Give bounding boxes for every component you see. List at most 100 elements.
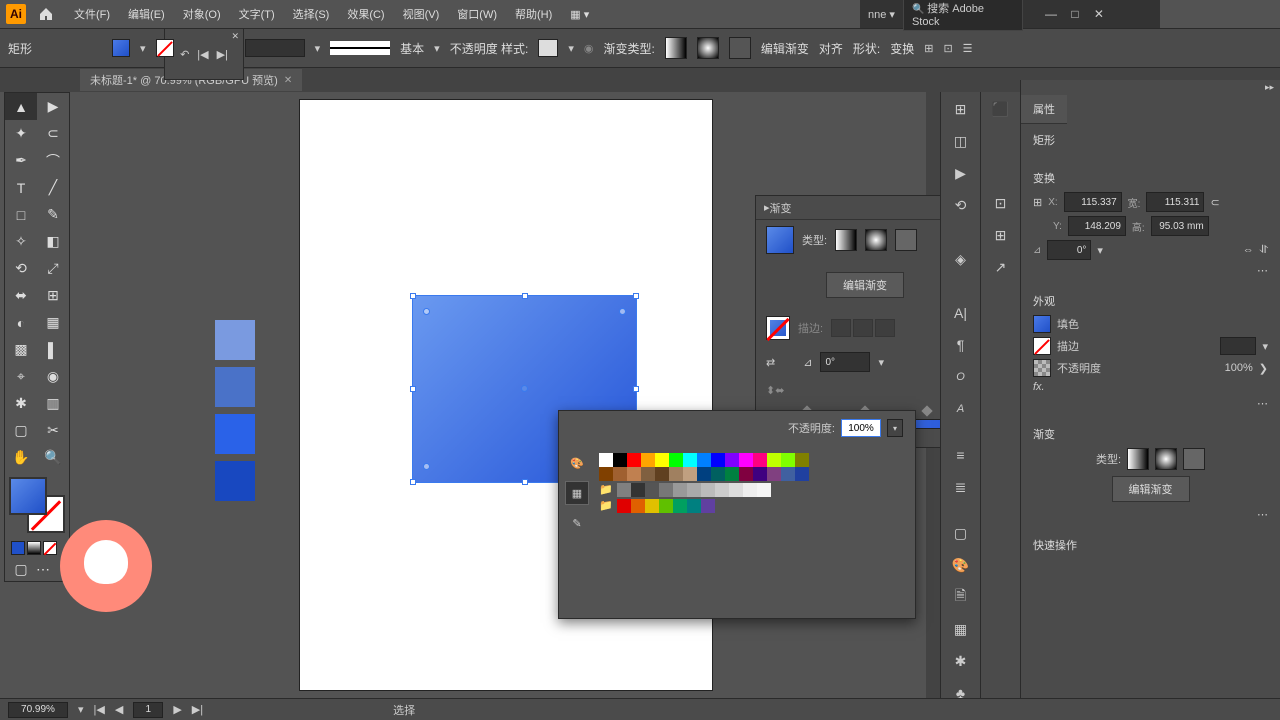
dd-icon[interactable]: ▾ bbox=[878, 356, 884, 369]
swatch-cell[interactable] bbox=[711, 467, 725, 481]
paragraph-icon[interactable]: ¶ bbox=[943, 330, 979, 360]
close-button[interactable]: ✕ bbox=[1089, 6, 1109, 22]
swatch-cell[interactable] bbox=[669, 467, 683, 481]
edit-gradient-button[interactable]: 编辑渐变 bbox=[1112, 476, 1190, 502]
menu-file[interactable]: 文件(F) bbox=[66, 2, 118, 26]
recolor-icon[interactable]: ◉ bbox=[584, 42, 594, 55]
lasso-tool[interactable]: ⊂ bbox=[37, 120, 69, 147]
style-swatch[interactable] bbox=[538, 39, 558, 57]
swatch-cell[interactable] bbox=[687, 483, 701, 497]
y-input[interactable] bbox=[1068, 216, 1126, 236]
rotate-input[interactable] bbox=[1047, 240, 1091, 260]
swatch-cell[interactable] bbox=[697, 467, 711, 481]
none-mode[interactable] bbox=[43, 541, 57, 555]
swatch-cell[interactable] bbox=[739, 467, 753, 481]
swatch-cell[interactable] bbox=[659, 499, 673, 513]
swatch-cell[interactable] bbox=[655, 453, 669, 467]
close-icon[interactable]: ✕ bbox=[231, 31, 239, 42]
maximize-button[interactable]: □ bbox=[1065, 6, 1085, 22]
gradient-mode[interactable] bbox=[27, 541, 41, 555]
menu-select[interactable]: 选择(S) bbox=[285, 2, 338, 26]
swatch-cell[interactable] bbox=[767, 467, 781, 481]
linear-grad[interactable] bbox=[665, 37, 687, 59]
swatch-cell[interactable] bbox=[645, 483, 659, 497]
swatch-cell[interactable] bbox=[743, 483, 757, 497]
radial-grad[interactable] bbox=[697, 37, 719, 59]
symbols-dock-icon[interactable]: ✱ bbox=[943, 646, 979, 676]
links-icon[interactable]: ⟲ bbox=[943, 190, 979, 220]
stroke-swatch[interactable] bbox=[1033, 337, 1051, 355]
more-options-icon[interactable]: ⋯ bbox=[1257, 398, 1268, 410]
opacity-dropdown[interactable]: ▾ bbox=[887, 419, 903, 437]
palette-icon[interactable]: 🎨 bbox=[565, 451, 589, 475]
swatch-cell[interactable] bbox=[711, 453, 725, 467]
angle-input[interactable] bbox=[820, 352, 870, 372]
swatch-cell[interactable] bbox=[781, 453, 795, 467]
asset-icon[interactable]: ⊡ bbox=[983, 188, 1019, 218]
swatch-cell[interactable] bbox=[641, 453, 655, 467]
dd-icon[interactable]: ▾ bbox=[1262, 340, 1268, 353]
swatch-cell[interactable] bbox=[701, 483, 715, 497]
graph-tool[interactable]: ▥ bbox=[37, 390, 69, 417]
lines-icon[interactable]: ≡ bbox=[943, 440, 979, 470]
shape-builder[interactable]: ◐ bbox=[5, 309, 37, 336]
swatch-cell[interactable] bbox=[627, 453, 641, 467]
next-artboard-icon[interactable]: ▶ bbox=[173, 703, 181, 716]
ref-point-icon[interactable]: ⊞ bbox=[1033, 196, 1042, 209]
swatch-cell[interactable] bbox=[697, 453, 711, 467]
swatch-cell[interactable] bbox=[631, 499, 645, 513]
x-input[interactable] bbox=[1064, 192, 1122, 212]
eraser-tool[interactable]: ◧ bbox=[37, 228, 69, 255]
doc-info-icon[interactable]: 🗎 bbox=[943, 582, 979, 612]
export-icon[interactable]: ↗ bbox=[983, 252, 1019, 282]
flip-v-icon[interactable]: ⥯ bbox=[1260, 244, 1268, 257]
edit-gradient-button[interactable]: 编辑渐变 bbox=[826, 272, 904, 298]
menu-object[interactable]: 对象(O) bbox=[175, 2, 229, 26]
swatch-cell[interactable] bbox=[683, 467, 697, 481]
fill-swatch[interactable] bbox=[112, 39, 130, 57]
fx-icon[interactable]: fx. bbox=[1033, 381, 1045, 393]
stroke-grad-preview[interactable] bbox=[766, 316, 790, 340]
menu-window[interactable]: 窗口(W) bbox=[449, 2, 505, 26]
arrange-docs[interactable]: ▦ ▾ bbox=[562, 4, 597, 25]
fill-swatch[interactable] bbox=[1033, 315, 1051, 333]
swatch-cell[interactable] bbox=[617, 499, 631, 513]
swatch-cell[interactable] bbox=[687, 499, 701, 513]
dd-icon[interactable]: ▾ bbox=[315, 42, 321, 55]
transform-label[interactable]: 变换 bbox=[890, 40, 914, 57]
freeform-grad[interactable] bbox=[729, 37, 751, 59]
menu-view[interactable]: 视图(V) bbox=[395, 2, 448, 26]
swatch-cell[interactable] bbox=[659, 483, 673, 497]
shapes-label[interactable]: 形状: bbox=[853, 40, 880, 57]
more-options-icon[interactable]: ⋯ bbox=[1257, 265, 1268, 277]
minimize-button[interactable]: — bbox=[1041, 6, 1061, 22]
dd-icon[interactable]: ▾ bbox=[78, 703, 84, 716]
swatch-cell[interactable] bbox=[613, 467, 627, 481]
swatch-cell[interactable] bbox=[613, 453, 627, 467]
line-tool[interactable]: ╱ bbox=[37, 174, 69, 201]
swatch-cell[interactable] bbox=[683, 453, 697, 467]
artboard-tool[interactable]: ▢ bbox=[5, 417, 37, 444]
dd-icon[interactable]: ▾ bbox=[140, 42, 146, 55]
shaper-tool[interactable]: ✧ bbox=[5, 228, 37, 255]
swatch-cell[interactable] bbox=[739, 453, 753, 467]
rotate-tool[interactable]: ⟲ bbox=[5, 255, 37, 282]
pin-icon[interactable]: ⊞ bbox=[924, 42, 933, 55]
lines2-icon[interactable]: ≣ bbox=[943, 472, 979, 502]
linear-type[interactable] bbox=[835, 229, 857, 251]
history-popup[interactable]: ✕ ↶ |◀ ▶| bbox=[164, 28, 244, 80]
collapse-icon[interactable]: ▸▸ bbox=[1265, 82, 1274, 93]
swatch-cell[interactable] bbox=[599, 467, 613, 481]
swatch-cell[interactable] bbox=[757, 483, 771, 497]
mesh-tool[interactable]: ▩ bbox=[5, 336, 37, 363]
slice-tool[interactable]: ✂ bbox=[37, 417, 69, 444]
fill-box[interactable] bbox=[9, 477, 47, 515]
pen-tool[interactable]: ✒ bbox=[5, 147, 37, 174]
h-input[interactable] bbox=[1151, 216, 1209, 236]
color-icon[interactable]: 🎨 bbox=[943, 550, 979, 580]
layers-icon[interactable]: ◈ bbox=[943, 244, 979, 274]
swatch-cell[interactable] bbox=[655, 467, 669, 481]
step-back-icon[interactable]: |◀ bbox=[197, 48, 208, 61]
artboard-nav-input[interactable] bbox=[133, 702, 163, 718]
menu-edit[interactable]: 编辑(E) bbox=[120, 2, 173, 26]
